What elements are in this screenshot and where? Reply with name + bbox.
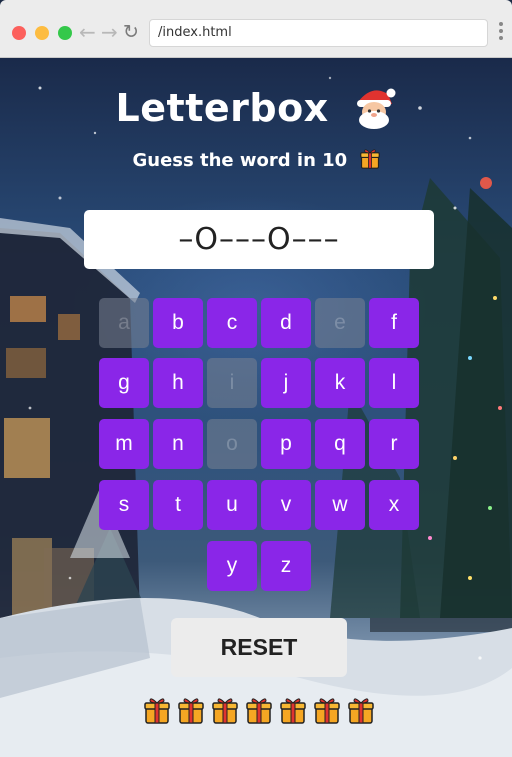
gift-icon (314, 698, 340, 724)
key-z[interactable]: z (261, 541, 311, 591)
key-i: i (207, 358, 257, 408)
key-u[interactable]: u (207, 480, 257, 530)
gift-icon (178, 698, 204, 724)
key-a: a (99, 298, 149, 348)
word-display: –O–––O––– (84, 210, 434, 269)
game-title: Letterbox (0, 86, 512, 130)
key-s[interactable]: s (99, 480, 149, 530)
reload-icon[interactable]: ↻ (123, 20, 139, 44)
back-arrow-icon[interactable]: ← (79, 20, 96, 44)
minimize-window-button[interactable] (35, 26, 49, 40)
game-title-text: Letterbox (115, 86, 329, 130)
key-v[interactable]: v (261, 480, 311, 530)
key-h[interactable]: h (153, 358, 203, 408)
game-page: Letterbox Guess the word in 10 –O–––O–––… (0, 58, 512, 757)
key-c[interactable]: c (207, 298, 257, 348)
key-b[interactable]: b (153, 298, 203, 348)
key-w[interactable]: w (315, 480, 365, 530)
key-x[interactable]: x (369, 480, 419, 530)
key-k[interactable]: k (315, 358, 365, 408)
key-p[interactable]: p (261, 419, 311, 469)
key-j[interactable]: j (261, 358, 311, 408)
address-bar[interactable]: /index.html (149, 19, 488, 47)
lives-remaining (144, 697, 374, 727)
key-d[interactable]: d (261, 298, 311, 348)
gift-emoji-icon (359, 149, 380, 169)
key-n[interactable]: n (153, 419, 203, 469)
key-y[interactable]: y (207, 541, 257, 591)
key-l[interactable]: l (369, 358, 419, 408)
forward-arrow-icon[interactable]: → (101, 20, 118, 44)
key-r[interactable]: r (369, 419, 419, 469)
gift-icon (212, 698, 238, 724)
game-subtitle: Guess the word in 10 (0, 149, 512, 171)
gift-icon (246, 698, 272, 724)
game-subtitle-text: Guess the word in 10 (132, 150, 348, 171)
close-window-button[interactable] (12, 26, 26, 40)
gift-icon (348, 698, 374, 724)
browser-toolbar: ← → ↻ /index.html (0, 0, 512, 58)
key-t[interactable]: t (153, 480, 203, 530)
key-f[interactable]: f (369, 298, 419, 348)
gift-icon (144, 698, 170, 724)
key-q[interactable]: q (315, 419, 365, 469)
key-e: e (315, 298, 365, 348)
key-g[interactable]: g (99, 358, 149, 408)
maximize-window-button[interactable] (58, 26, 72, 40)
browser-menu-icon[interactable] (498, 22, 504, 44)
santa-emoji-icon (357, 88, 396, 129)
key-o: o (207, 419, 257, 469)
gift-icon (280, 698, 306, 724)
key-m[interactable]: m (99, 419, 149, 469)
reset-button[interactable]: RESET (171, 618, 347, 677)
